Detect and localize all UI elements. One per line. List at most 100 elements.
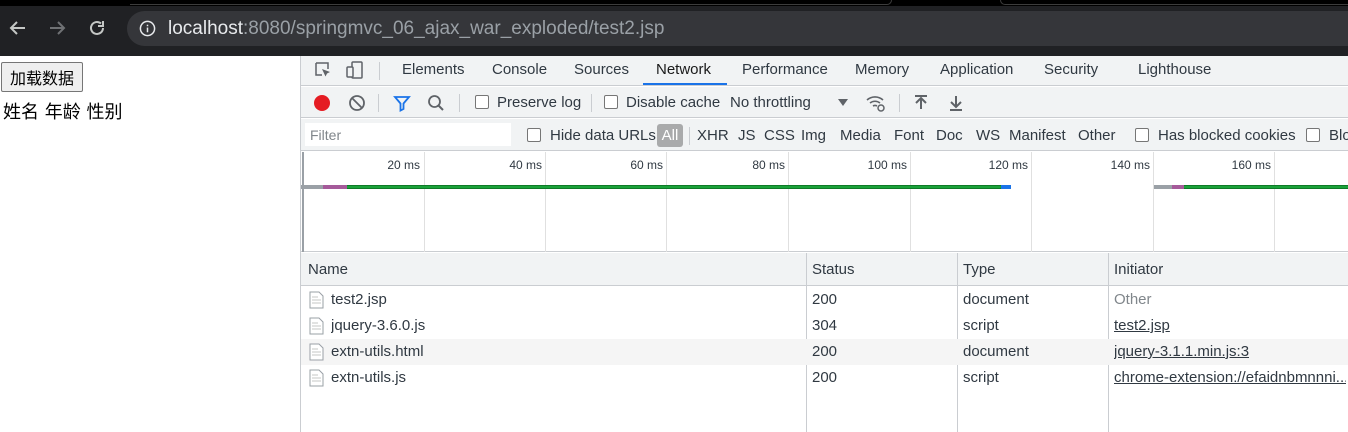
site-info-icon[interactable] [139, 20, 156, 37]
filter-icon[interactable] [393, 94, 411, 112]
waterfall-queue-bar [301, 185, 323, 189]
disable-cache-label: Disable cache [626, 94, 721, 111]
tab-edge [1000, 0, 1348, 5]
column-name[interactable]: Name [308, 261, 348, 278]
tick-label: 120 ms [988, 158, 1028, 172]
toolbar-separator [378, 94, 379, 112]
filter-other[interactable]: Other [1078, 127, 1116, 144]
timeline-start [302, 152, 304, 252]
toolbar-separator [899, 94, 900, 112]
throttling-select[interactable]: No throttling [730, 94, 811, 111]
import-har-icon[interactable] [912, 94, 930, 112]
tab-elements[interactable]: Elements [402, 61, 465, 78]
tick-label: 100 ms [867, 158, 907, 172]
arrow-right-icon [50, 21, 66, 35]
tab-separator [379, 62, 380, 80]
network-overview[interactable]: 20 ms 40 ms 60 ms 80 ms 100 ms 120 ms 14… [301, 152, 1348, 252]
load-data-button[interactable]: 加载数据 [1, 62, 84, 92]
tick-label: 40 ms [509, 158, 542, 172]
tick-label: 160 ms [1231, 158, 1271, 172]
has-blocked-cookies-checkbox[interactable] [1135, 128, 1149, 142]
filter-js[interactable]: JS [738, 127, 756, 144]
filter-doc[interactable]: Doc [936, 127, 963, 144]
request-type: script [963, 369, 999, 386]
request-status: 200 [812, 343, 838, 360]
tick-label: 80 ms [752, 158, 785, 172]
tab-performance[interactable]: Performance [742, 61, 828, 78]
column-initiator[interactable]: Initiator [1114, 261, 1163, 278]
forward-button[interactable] [45, 16, 69, 40]
network-conditions-icon[interactable] [865, 93, 887, 113]
filter-manifest[interactable]: Manifest [1009, 127, 1066, 144]
request-name[interactable]: extn-utils.js [331, 369, 406, 386]
back-button[interactable] [6, 16, 30, 40]
chevron-down-icon [838, 99, 848, 106]
request-row[interactable]: jquery-3.6.0.js 304 script test2.jsp [301, 313, 1348, 339]
tab-memory[interactable]: Memory [855, 61, 909, 78]
request-row[interactable]: extn-utils.html 200 document jquery-3.1.… [301, 339, 1348, 365]
hide-data-urls-checkbox[interactable] [527, 128, 541, 142]
reload-icon [90, 20, 104, 35]
waterfall-waiting-bar-2 [1184, 185, 1348, 189]
filter-ws[interactable]: WS [976, 127, 1000, 144]
requests-table-header: Name Status Type Initiator [301, 253, 1348, 286]
search-icon[interactable] [427, 94, 445, 112]
request-name[interactable]: extn-utils.html [331, 343, 424, 360]
tab-security[interactable]: Security [1044, 61, 1098, 78]
filter-all[interactable]: All [657, 124, 683, 147]
network-toolbar: Preserve log Disable cache No throttling [301, 87, 1348, 118]
script-file-icon [309, 369, 324, 387]
request-initiator-link[interactable]: jquery-3.1.1.min.js:3 [1114, 343, 1249, 360]
inspect-element-icon[interactable] [313, 60, 333, 80]
request-name[interactable]: jquery-3.6.0.js [331, 317, 425, 334]
filter-input[interactable] [305, 123, 511, 146]
preserve-log-checkbox[interactable] [475, 95, 489, 109]
device-toolbar-icon[interactable] [345, 60, 365, 80]
blocked-requests-label: Blo [1329, 127, 1348, 144]
request-name[interactable]: test2.jsp [331, 291, 387, 308]
preserve-log-label: Preserve log [497, 94, 582, 111]
tab-application[interactable]: Application [940, 61, 1013, 78]
request-row[interactable]: test2.jsp 200 document Other [301, 287, 1348, 313]
request-status: 304 [812, 317, 838, 334]
address-bar[interactable]: localhost:8080/springmvc_06_ajax_war_exp… [127, 11, 1348, 46]
url-text: localhost:8080/springmvc_06_ajax_war_exp… [168, 18, 664, 40]
disable-cache-checkbox[interactable] [604, 95, 618, 109]
column-status[interactable]: Status [812, 261, 855, 278]
tab-console[interactable]: Console [492, 61, 547, 78]
timeline-gridline [424, 152, 425, 252]
toolbar-separator [591, 94, 592, 112]
request-type: document [963, 343, 1029, 360]
blocked-requests-checkbox[interactable] [1306, 128, 1320, 142]
tab-network[interactable]: Network [656, 61, 711, 78]
document-file-icon [309, 291, 324, 309]
devtools-tab-bar: Elements Console Sources Network Perform… [301, 56, 1348, 86]
filter-media[interactable]: Media [840, 127, 881, 144]
active-tab-indicator [643, 83, 727, 85]
script-file-icon [309, 317, 324, 335]
request-row[interactable]: extn-utils.js 200 script chrome-extensio… [301, 365, 1348, 391]
reload-button[interactable] [85, 16, 109, 40]
export-har-icon[interactable] [947, 94, 965, 112]
filter-img[interactable]: Img [801, 127, 826, 144]
request-initiator-link[interactable]: test2.jsp [1114, 317, 1170, 334]
browser-toolbar: localhost:8080/springmvc_06_ajax_war_exp… [0, 0, 1348, 56]
filter-separator [689, 127, 690, 145]
column-type[interactable]: Type [963, 261, 996, 278]
request-type: document [963, 291, 1029, 308]
tab-sources[interactable]: Sources [574, 61, 629, 78]
tab-lighthouse[interactable]: Lighthouse [1138, 61, 1211, 78]
timeline-gridline [1031, 152, 1032, 252]
request-initiator-link[interactable]: chrome-extension://efaidnbmnnni... [1114, 369, 1346, 386]
filter-font[interactable]: Font [894, 127, 924, 144]
filter-css[interactable]: CSS [764, 127, 795, 144]
timeline-gridline [910, 152, 911, 252]
request-status: 200 [812, 369, 838, 386]
tick-label: 20 ms [387, 158, 420, 172]
request-type: script [963, 317, 999, 334]
record-icon[interactable] [313, 94, 331, 112]
clear-icon[interactable] [348, 94, 366, 112]
filter-xhr[interactable]: XHR [697, 127, 729, 144]
hide-data-urls-label: Hide data URLs [550, 127, 656, 144]
tick-label: 140 ms [1110, 158, 1150, 172]
